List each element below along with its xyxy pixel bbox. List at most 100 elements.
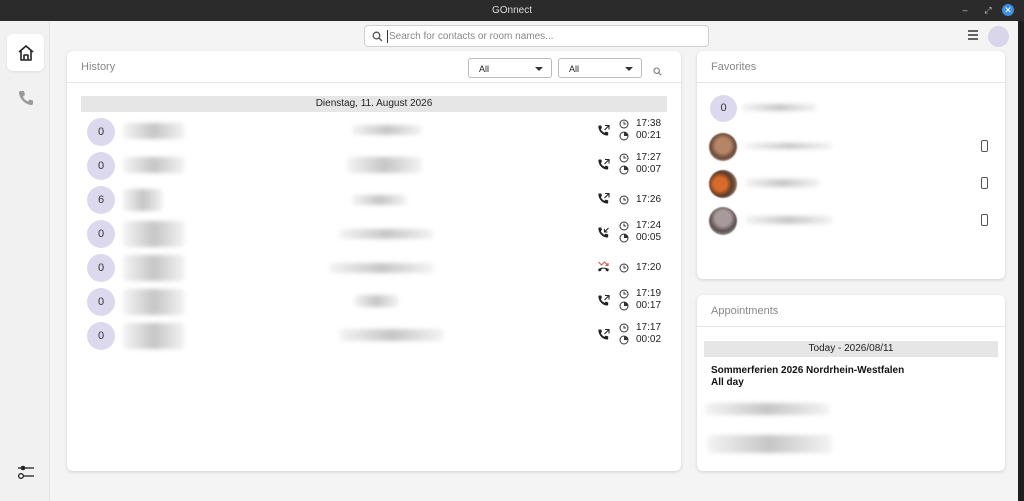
filter-type-value: All bbox=[479, 64, 490, 74]
call-time: 17:17 bbox=[636, 322, 662, 333]
duration-icon bbox=[619, 165, 629, 175]
history-title: History bbox=[81, 61, 116, 73]
history-row[interactable]: 0 17:20 bbox=[67, 251, 679, 285]
history-row[interactable]: 0 17:27 00:07 bbox=[67, 149, 679, 183]
appointment-detail-redacted bbox=[707, 435, 832, 453]
sliders-icon bbox=[17, 465, 34, 479]
history-filter-type[interactable]: All bbox=[468, 58, 552, 78]
call-duration: 00:17 bbox=[636, 300, 662, 311]
user-avatar[interactable] bbox=[988, 26, 1009, 47]
text-caret bbox=[387, 30, 388, 43]
sidebar bbox=[0, 21, 50, 501]
outgoing-call-icon bbox=[598, 158, 610, 170]
clock-icon bbox=[619, 289, 629, 299]
appointments-date-header: Today - 2026/08/11 bbox=[704, 341, 998, 357]
maximize-button[interactable]: ⤢ bbox=[982, 4, 994, 16]
mobile-phone-icon[interactable] bbox=[981, 214, 988, 226]
contact-avatar: 0 bbox=[87, 254, 115, 282]
appointment-title[interactable]: Sommerferien 2026 Nordrhein-Westfalen bbox=[711, 365, 904, 376]
appointment-time: All day bbox=[711, 377, 744, 388]
call-time: 17:24 bbox=[636, 220, 662, 231]
contact-name-redacted bbox=[123, 189, 163, 211]
contact-avatar: 6 bbox=[87, 186, 115, 214]
sidebar-item-settings[interactable] bbox=[7, 453, 44, 490]
favorites-card: Favorites 0 bbox=[697, 51, 1005, 279]
contact-avatar: 0 bbox=[87, 220, 115, 248]
divider bbox=[697, 326, 1005, 327]
contact-number-redacted bbox=[354, 295, 399, 307]
favorite-item[interactable] bbox=[697, 168, 1005, 198]
favorite-item[interactable]: 0 bbox=[697, 93, 1005, 123]
contact-number-redacted bbox=[347, 157, 422, 173]
duration-icon bbox=[619, 335, 629, 345]
contact-name-redacted bbox=[123, 289, 185, 315]
search-icon bbox=[372, 31, 383, 42]
outgoing-call-icon bbox=[598, 294, 610, 306]
call-time: 17:27 bbox=[636, 152, 662, 163]
history-row[interactable]: 0 17:19 00:17 bbox=[67, 285, 679, 319]
mobile-phone-icon[interactable] bbox=[981, 177, 988, 189]
favorites-title: Favorites bbox=[711, 61, 757, 73]
call-time: 17:26 bbox=[636, 194, 662, 205]
close-button[interactable]: ✕ bbox=[1002, 4, 1014, 16]
search-placeholder: Search for contacts or room names... bbox=[389, 31, 554, 42]
history-date-header: Dienstag, 11. August 2026 bbox=[81, 96, 667, 112]
call-time: 17:20 bbox=[636, 262, 662, 273]
hamburger-icon bbox=[968, 30, 978, 40]
phone-icon bbox=[18, 90, 33, 105]
clock-icon bbox=[619, 119, 629, 129]
menu-button[interactable] bbox=[965, 27, 981, 43]
clock-icon bbox=[619, 323, 629, 333]
incoming-call-icon bbox=[598, 227, 609, 238]
call-duration: 00:02 bbox=[636, 334, 662, 345]
contact-name-redacted bbox=[745, 179, 820, 187]
appointments-card: Appointments Today - 2026/08/11 Sommerfe… bbox=[697, 295, 1005, 471]
contact-avatar: 0 bbox=[87, 152, 115, 180]
sidebar-item-home[interactable] bbox=[7, 34, 44, 71]
contact-name-redacted bbox=[123, 221, 185, 247]
appointments-title: Appointments bbox=[711, 305, 779, 317]
contact-avatar: 0 bbox=[710, 95, 737, 122]
history-row[interactable]: 0 17:24 00:05 bbox=[67, 217, 679, 251]
contact-photo bbox=[709, 207, 737, 235]
call-duration: 00:05 bbox=[636, 232, 662, 243]
contact-name-redacted bbox=[745, 216, 833, 224]
contact-number-redacted bbox=[329, 263, 434, 273]
history-row[interactable]: 6 17:26 bbox=[67, 183, 679, 217]
contact-avatar: 0 bbox=[87, 322, 115, 350]
contact-number-redacted bbox=[339, 229, 434, 239]
favorite-item[interactable] bbox=[697, 131, 1005, 161]
contact-number-redacted bbox=[352, 125, 422, 135]
contact-avatar: 0 bbox=[87, 288, 115, 316]
contact-name-redacted bbox=[123, 157, 185, 173]
history-card: History All All Dienstag, 11. August 202… bbox=[67, 51, 681, 471]
duration-icon bbox=[619, 301, 629, 311]
contact-name-redacted bbox=[745, 143, 833, 149]
search-input[interactable]: Search for contacts or room names... bbox=[364, 25, 709, 47]
history-filter-source[interactable]: All bbox=[558, 58, 642, 78]
clock-icon bbox=[619, 195, 629, 205]
outgoing-call-icon bbox=[598, 328, 610, 340]
home-icon bbox=[17, 44, 34, 61]
divider bbox=[697, 82, 1005, 83]
chevron-down-icon bbox=[625, 67, 633, 71]
history-search-button[interactable] bbox=[653, 63, 662, 81]
sidebar-item-calls[interactable] bbox=[7, 79, 44, 116]
clock-icon bbox=[619, 153, 629, 163]
filter-source-value: All bbox=[569, 64, 580, 74]
contact-name-redacted bbox=[123, 123, 185, 139]
call-time: 17:38 bbox=[636, 118, 662, 129]
mobile-phone-icon[interactable] bbox=[981, 140, 988, 152]
window-title: GOnnect bbox=[491, 5, 533, 16]
chevron-down-icon bbox=[535, 67, 543, 71]
minimize-button[interactable]: – bbox=[959, 4, 971, 16]
call-time: 17:19 bbox=[636, 288, 662, 299]
call-duration: 00:07 bbox=[636, 164, 662, 175]
history-row[interactable]: 0 17:17 00:02 bbox=[67, 319, 679, 353]
appointment-detail-redacted bbox=[705, 403, 830, 415]
clock-icon bbox=[619, 263, 629, 273]
clock-icon bbox=[619, 221, 629, 231]
contact-name-redacted bbox=[742, 104, 817, 111]
favorite-item[interactable] bbox=[697, 205, 1005, 235]
history-row[interactable]: 0 17:38 00:21 bbox=[67, 115, 679, 149]
